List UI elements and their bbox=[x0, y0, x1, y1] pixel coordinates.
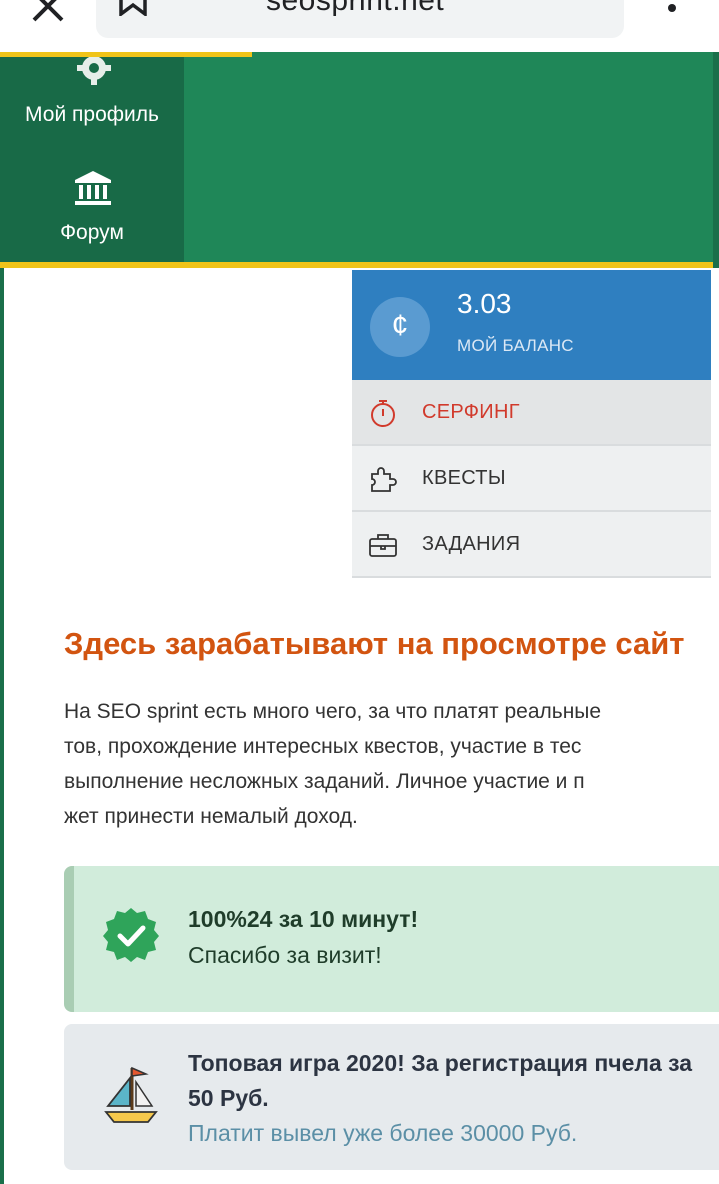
intro-line: выполнение несложных заданий. Личное уча… bbox=[64, 770, 585, 793]
site-header: Мой профиль Форум bbox=[0, 52, 719, 268]
promo-title-line1: Топовая игра 2020! За регистрация пчела … bbox=[188, 1050, 693, 1076]
intro-line: На SEO sprint есть много чего, за что пл… bbox=[64, 700, 602, 723]
sailboat-icon bbox=[104, 1066, 158, 1123]
intro-paragraph: На SEO sprint есть много чего, за что пл… bbox=[64, 694, 719, 834]
promo-subtitle: Платит вывел уже более 30000 Руб. bbox=[188, 1120, 578, 1146]
success-notice[interactable]: 100%24 за 10 минут! Спасибо за визит! bbox=[64, 866, 719, 1012]
balance-card[interactable]: ¢ 3.03 МОЙ БАЛАНС bbox=[352, 270, 711, 380]
menu-item-surfing[interactable]: СЕРФИНГ bbox=[352, 380, 711, 446]
menu-item-surfing-label: СЕРФИНГ bbox=[422, 401, 520, 423]
nav-item-forum-label: Форум bbox=[60, 221, 124, 244]
balance-caption: МОЙ БАЛАНС bbox=[457, 336, 574, 355]
menu-item-tasks-label: ЗАДАНИЯ bbox=[422, 533, 521, 555]
menu-item-tasks[interactable]: ЗАДАНИЯ bbox=[352, 512, 711, 578]
gear-icon bbox=[77, 57, 111, 85]
briefcase-icon bbox=[369, 534, 397, 557]
promo-banner[interactable]: Топовая игра 2020! За регистрация пчела … bbox=[64, 1024, 719, 1170]
menu-item-quests-label: КВЕСТЫ bbox=[422, 467, 506, 489]
intro-line: тов, прохождение интересных квестов, уча… bbox=[64, 735, 582, 758]
notice-subtitle: Спасибо за визит! bbox=[188, 942, 382, 968]
notice-title: 100%24 за 10 минут! bbox=[188, 906, 419, 932]
promo-title-line2: 50 Руб. bbox=[188, 1085, 269, 1111]
address-bar-url: seosprint.net bbox=[266, 0, 445, 17]
earn-menu: СЕРФИНГ КВЕСТЫ ЗАДАНИЯ bbox=[352, 380, 711, 578]
stopwatch-icon bbox=[371, 400, 395, 427]
puzzle-icon bbox=[371, 467, 397, 492]
check-badge-icon bbox=[103, 908, 159, 962]
balance-amount: 3.03 bbox=[457, 288, 512, 319]
header-edge bbox=[713, 52, 719, 268]
more-vert-icon[interactable] bbox=[662, 2, 682, 22]
page-left-edge bbox=[0, 268, 4, 1184]
nav-panel: Мой профиль Форум bbox=[0, 57, 184, 262]
close-icon[interactable] bbox=[28, 0, 68, 26]
menu-item-quests[interactable]: КВЕСТЫ bbox=[352, 446, 711, 512]
cent-icon: ¢ bbox=[370, 297, 430, 357]
bookmark-icon[interactable] bbox=[116, 0, 150, 16]
bank-icon bbox=[75, 171, 111, 205]
nav-item-profile-label: Мой профиль bbox=[25, 103, 159, 126]
page-heading: Здесь зарабатывают на просмотре сайт bbox=[64, 626, 685, 661]
browser-toolbar: seosprint.net bbox=[0, 0, 719, 52]
intro-line: жет принести немалый доход. bbox=[64, 805, 358, 828]
